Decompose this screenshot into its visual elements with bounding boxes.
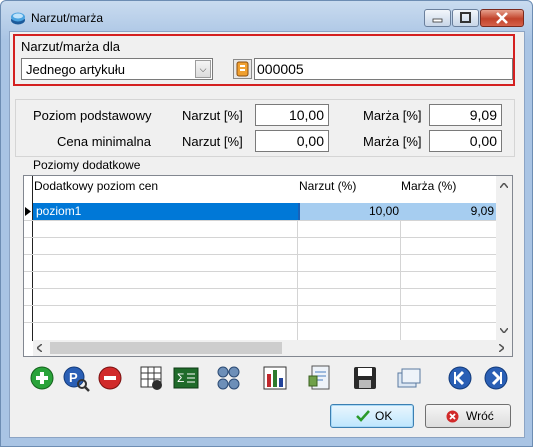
code-value: 000005: [257, 61, 304, 77]
chevron-down-icon[interactable]: ⌵: [195, 60, 211, 78]
horizontal-scrollbar[interactable]: [33, 340, 512, 356]
code-field[interactable]: 000005: [254, 58, 513, 80]
scroll-right-icon[interactable]: [499, 344, 504, 352]
ok-button[interactable]: OK: [330, 404, 414, 428]
extra-levels-grid[interactable]: Dodatkowy poziom cen Narzut (%) Marża (%…: [23, 175, 513, 357]
lookup-button[interactable]: [233, 59, 252, 79]
base-narzut-field[interactable]: 10,00: [255, 104, 329, 126]
base-marza-field[interactable]: 9,09: [429, 104, 502, 126]
column-header-marza[interactable]: Marża (%): [401, 176, 456, 198]
sum-icon[interactable]: Σ: [172, 364, 200, 392]
cancel-icon: [446, 410, 459, 423]
add-icon[interactable]: [28, 364, 56, 392]
scope-select-value: Jednego artykułu: [26, 62, 126, 77]
dialog-body: Narzut/marża dla Jednego artykułu ⌵ 0000…: [9, 31, 525, 438]
base-level-label: Poziom podstawowy: [33, 108, 152, 123]
dialog-window: Narzut/marża Narzut/marża dla Jednego ar…: [0, 0, 533, 447]
previous-icon[interactable]: [446, 364, 474, 392]
base-marza-label: Marża [%]: [363, 108, 422, 123]
title-bar[interactable]: Narzut/marża: [1, 1, 532, 33]
close-button[interactable]: [480, 9, 524, 27]
filter-icon[interactable]: [215, 364, 243, 392]
min-marza-field[interactable]: 0,00: [429, 130, 502, 152]
current-row-icon: [25, 207, 31, 216]
maximize-icon: [460, 12, 471, 23]
marza-cell[interactable]: 9,09: [401, 203, 494, 220]
maximize-button[interactable]: [452, 9, 479, 27]
back-button-label: Wróć: [466, 409, 494, 423]
scope-select[interactable]: Jednego artykułu ⌵: [21, 58, 213, 80]
ok-button-label: OK: [375, 409, 393, 423]
target-label: Narzut/marża dla: [21, 39, 120, 54]
close-icon: [496, 12, 508, 24]
column-header-level[interactable]: Dodatkowy poziom cen: [34, 176, 158, 198]
min-marza-label: Marża [%]: [363, 134, 422, 149]
narzut-cell[interactable]: 10,00: [301, 203, 399, 220]
base-narzut-label: Narzut [%]: [182, 108, 243, 123]
svg-text:Σ: Σ: [177, 371, 184, 385]
minimize-icon: [432, 18, 443, 23]
scroll-down-icon[interactable]: [500, 328, 508, 333]
lookup-icon: [236, 61, 249, 77]
table-row[interactable]: poziom1 10,00 9,09: [33, 203, 496, 220]
row-indicator-column: [24, 176, 33, 341]
scroll-left-icon[interactable]: [37, 344, 42, 352]
scroll-thumb[interactable]: [50, 342, 282, 354]
next-icon[interactable]: [482, 364, 510, 392]
table-search-icon[interactable]: [138, 364, 166, 392]
svg-text:P: P: [69, 370, 78, 385]
checkmark-icon: [356, 410, 370, 422]
minimize-button[interactable]: [424, 9, 451, 27]
vertical-scrollbar[interactable]: [496, 176, 512, 340]
min-price-label: Cena minimalna: [57, 134, 151, 149]
view-icon[interactable]: P: [62, 364, 90, 392]
app-icon: [11, 12, 25, 25]
back-button[interactable]: Wróć: [425, 404, 511, 428]
save-icon[interactable]: [351, 364, 379, 392]
report-icon[interactable]: [306, 364, 334, 392]
copy-icon[interactable]: [395, 364, 423, 392]
min-narzut-field[interactable]: 0,00: [255, 130, 329, 152]
scroll-up-icon[interactable]: [500, 183, 508, 188]
delete-icon[interactable]: [96, 364, 124, 392]
window-title: Narzut/marża: [31, 11, 104, 25]
chart-icon[interactable]: [261, 364, 289, 392]
min-narzut-label: Narzut [%]: [182, 134, 243, 149]
level-name-cell[interactable]: poziom1: [33, 203, 298, 220]
column-header-narzut[interactable]: Narzut (%): [299, 176, 356, 198]
extra-levels-label: Poziomy dodatkowe: [33, 158, 141, 172]
